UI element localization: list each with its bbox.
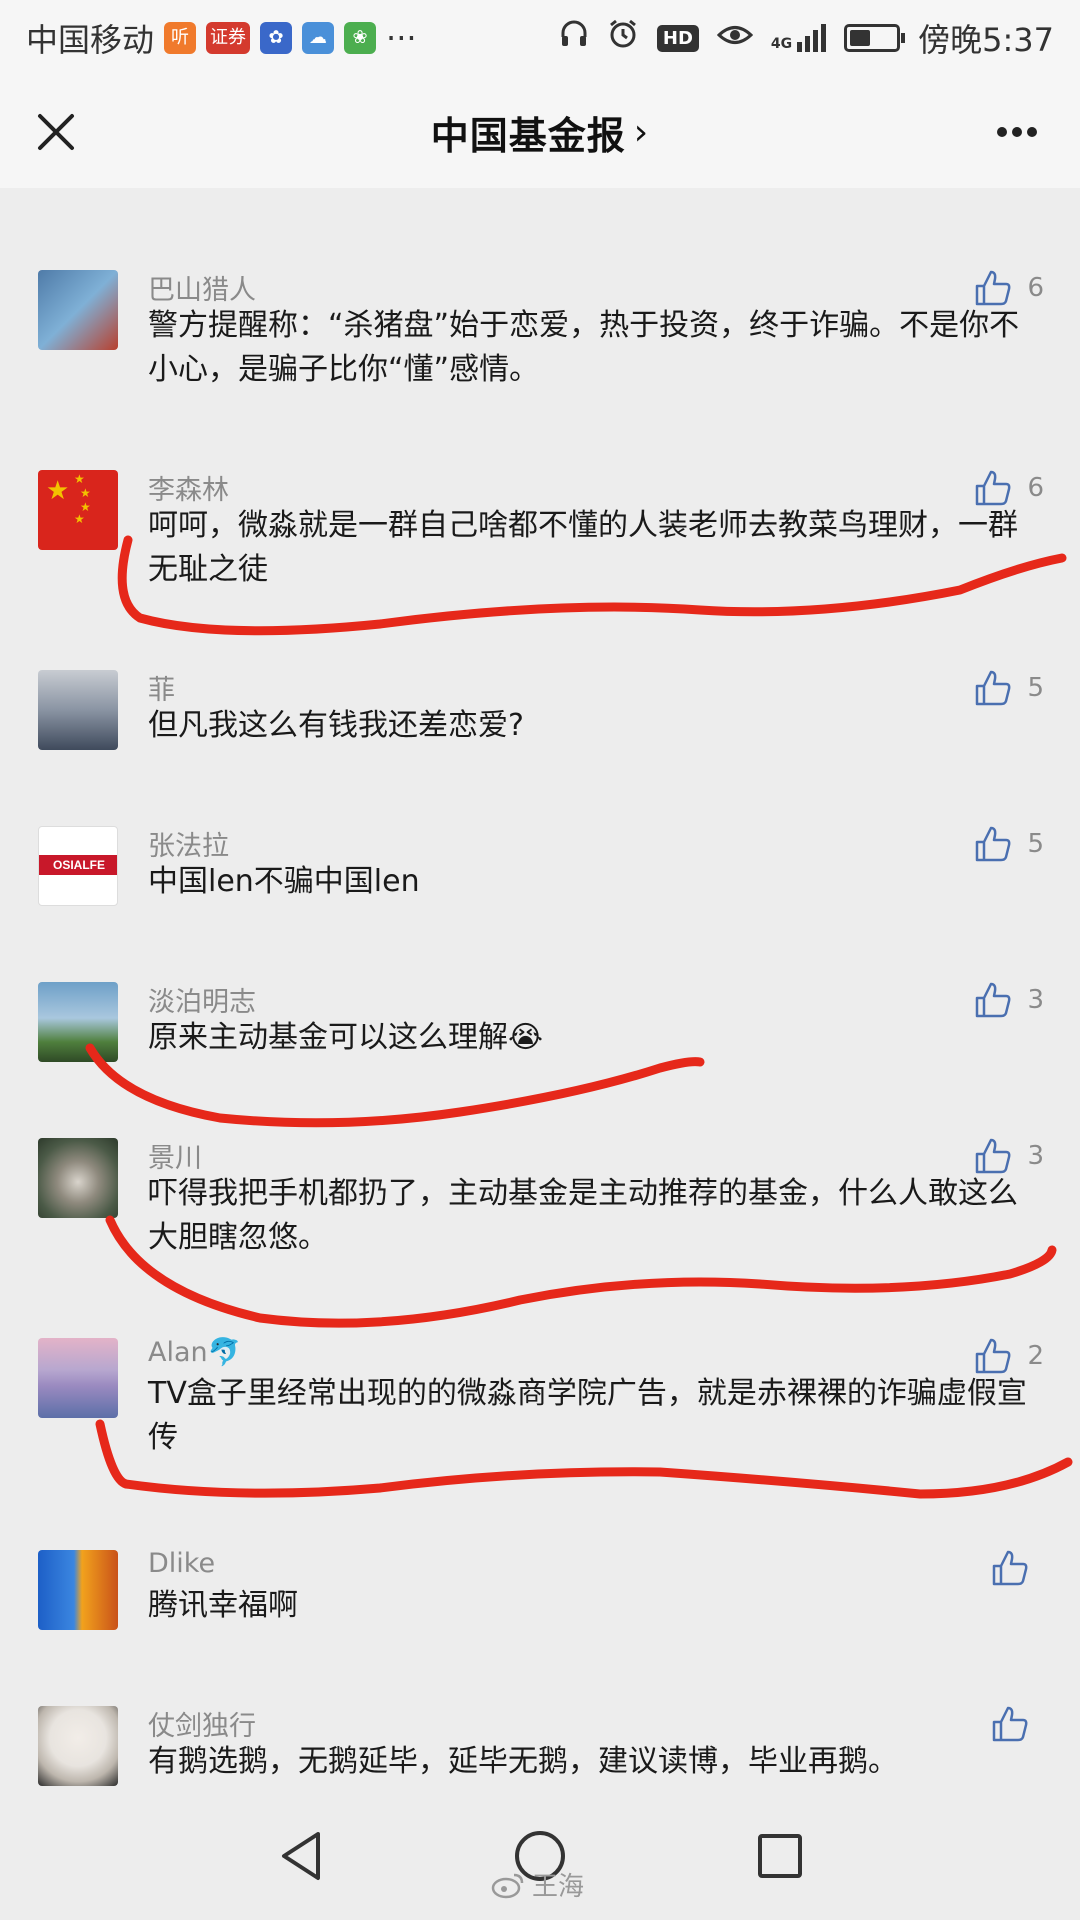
network-type-label: 4G: [770, 36, 793, 52]
avatar[interactable]: [38, 270, 118, 350]
back-button[interactable]: [270, 1824, 334, 1888]
thumbs-up-icon: [976, 470, 1011, 506]
battery-icon: [844, 24, 906, 52]
comment-username[interactable]: 仗剑独行: [148, 1704, 256, 1743]
clock-label: 傍晚5:37: [918, 21, 1054, 59]
like-count: 3: [1027, 1141, 1044, 1171]
avatar[interactable]: OSIALFE: [38, 826, 118, 906]
cloud-app-icon: ☁: [302, 22, 335, 54]
page-title[interactable]: 中国基金报 ›: [431, 105, 649, 160]
like-count: 6: [1027, 473, 1044, 503]
comment-username[interactable]: Dlike: [148, 1548, 215, 1579]
comment-text: 呵呵，微淼就是一群自己啥都不懂的人装老师去教菜鸟理财，一群无耻之徒: [148, 508, 1018, 587]
close-icon: [38, 114, 74, 150]
thumbs-up-icon: [992, 1706, 1028, 1742]
comment-username[interactable]: 菲: [148, 668, 175, 707]
like-count: 5: [1027, 829, 1044, 859]
avatar[interactable]: ★ ★ ★ ★ ★: [38, 470, 118, 550]
comment-username[interactable]: 李森林: [148, 468, 229, 507]
comment-text: 但凡我这么有钱我还差恋爱?: [148, 708, 524, 743]
like-button[interactable]: 6: [973, 468, 1044, 508]
close-button[interactable]: [28, 104, 84, 160]
comment-username[interactable]: 巴山猎人: [148, 268, 256, 307]
page-title-label: 中国基金报: [430, 113, 626, 158]
avatar[interactable]: [38, 1706, 118, 1786]
headset-icon: [559, 19, 589, 57]
like-button[interactable]: 3: [973, 1136, 1044, 1176]
like-button[interactable]: 6: [973, 268, 1044, 308]
signal-icon: 4G: [770, 24, 827, 52]
securities-app-icon: 证券: [206, 22, 251, 54]
comment-text: TV盒子里经常出现的的微淼商学院广告，就是赤裸裸的诈骗虚假宣传: [148, 1376, 1027, 1455]
nav-bar: 中国基金报 ›: [0, 76, 1080, 188]
comment-text: 吓得我把手机都扔了，主动基金是主动推荐的基金，什么人敢这么大胆瞎忽悠。: [148, 1176, 1018, 1255]
comment-text: 有鹅选鹅，无鹅延毕，延毕无鹅，建议读博，毕业再鹅。: [148, 1744, 898, 1779]
more-options-button[interactable]: [982, 104, 1052, 160]
avatar[interactable]: [38, 1550, 118, 1630]
thumbs-up-icon: [976, 1338, 1011, 1374]
weibo-watermark: 王海: [490, 1866, 584, 1903]
like-button[interactable]: [990, 1548, 1044, 1588]
weibo-logo-icon: [491, 1873, 524, 1898]
avatar-logo-text: OSIALFE: [39, 855, 117, 875]
avatar[interactable]: [38, 982, 118, 1062]
like-button[interactable]: 2: [973, 1336, 1044, 1376]
hd-icon: HD: [656, 24, 699, 52]
comment-text: 原来主动基金可以这么理解😭: [148, 1020, 544, 1055]
eye-icon: [716, 21, 754, 56]
recents-button[interactable]: [748, 1824, 812, 1888]
avatar[interactable]: [38, 1138, 118, 1218]
more-dots-icon: [997, 127, 1037, 137]
like-count: 6: [1027, 273, 1044, 303]
like-button[interactable]: 3: [973, 980, 1044, 1020]
tingting-app-icon: 听: [164, 22, 197, 54]
recents-square-icon: [758, 1834, 802, 1878]
like-button[interactable]: [990, 1704, 1044, 1744]
thumbs-up-icon: [976, 982, 1011, 1018]
like-button[interactable]: 5: [973, 668, 1044, 708]
thumbs-up-icon: [976, 670, 1011, 706]
like-count: 2: [1027, 1341, 1044, 1371]
bank-app-icon: ✿: [260, 22, 293, 54]
like-count: 5: [1027, 673, 1044, 703]
like-count: 3: [1027, 985, 1044, 1015]
comment-text: 警方提醒称：“杀猪盘”始于恋爱，热于投资，终于诈骗。不是你不小心，是骗子比你“懂…: [148, 308, 1020, 387]
avatar[interactable]: [38, 670, 118, 750]
status-bar: 中国移动 听 证券 ✿ ☁ ❀ ··· HD 4G 傍晚5:37: [0, 0, 1080, 76]
thumbs-up-icon: [976, 1138, 1011, 1174]
back-triangle-icon: [282, 1832, 320, 1880]
alarm-icon: [607, 18, 639, 58]
comment-text: 中国len不骗中国len: [148, 864, 420, 899]
watermark-label: 王海: [532, 1872, 585, 1902]
carrier-label: 中国移动: [26, 21, 155, 59]
thumbs-up-icon: [992, 1550, 1028, 1586]
comment-username[interactable]: 张法拉: [148, 824, 229, 863]
plant-app-icon: ❀: [344, 22, 377, 54]
comment-username[interactable]: Alan🐬: [148, 1336, 241, 1368]
like-button[interactable]: 5: [973, 824, 1044, 864]
avatar[interactable]: [38, 1338, 118, 1418]
more-notifications-icon: ···: [386, 19, 417, 57]
thumbs-up-icon: [976, 270, 1011, 306]
thumbs-up-icon: [976, 826, 1011, 862]
comment-username[interactable]: 景川: [148, 1136, 202, 1175]
comment-text: 腾讯幸福啊: [148, 1588, 298, 1623]
comment-username[interactable]: 淡泊明志: [148, 980, 256, 1019]
chevron-right-icon: ›: [633, 111, 650, 153]
